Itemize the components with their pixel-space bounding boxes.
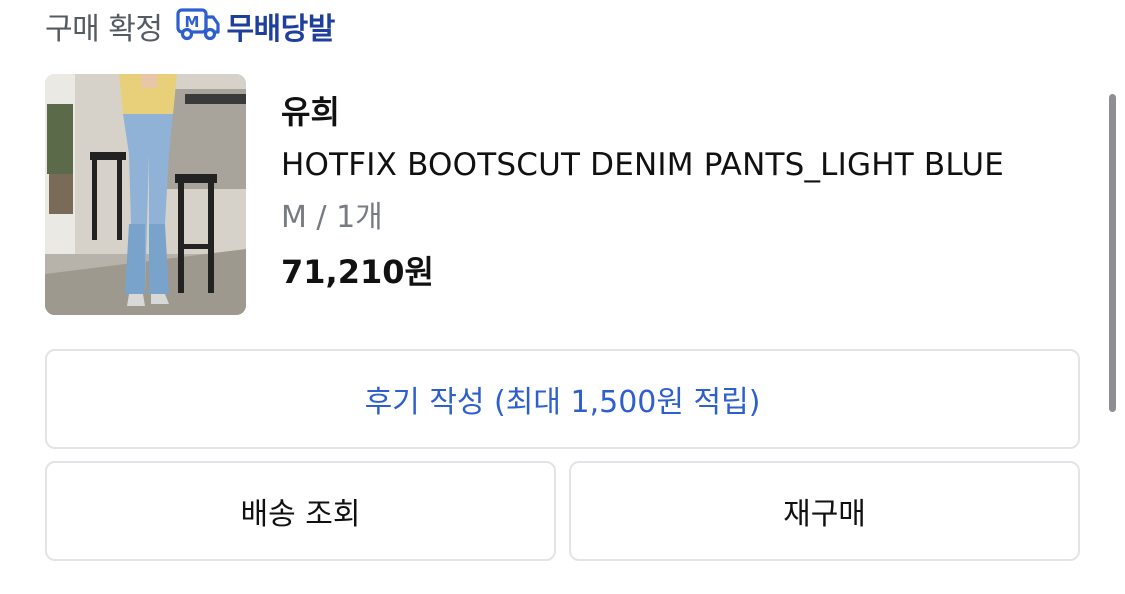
rebuy-button[interactable]: 재구매 [569, 461, 1080, 561]
order-status: 구매 확정 [45, 12, 163, 47]
product-option: M / 1개 [281, 200, 383, 235]
product-info: 유희 HOTFIX BOOTSCUT DENIM PANTS_LIGHT BLU… [281, 90, 1004, 294]
brand-name[interactable]: 유희 [281, 90, 1004, 134]
product-thumbnail[interactable] [45, 74, 246, 315]
delivery-label: 무배당발 [226, 12, 335, 47]
delivery-truck-icon: M [176, 6, 221, 46]
scrollbar-thumb[interactable] [1109, 94, 1116, 412]
product-price: 71,210원 [281, 253, 434, 291]
product-name[interactable]: HOTFIX BOOTSCUT DENIM PANTS_LIGHT BLUE [281, 144, 1004, 186]
product-item[interactable]: 유희 HOTFIX BOOTSCUT DENIM PANTS_LIGHT BLU… [45, 74, 1075, 316]
track-delivery-button[interactable]: 배송 조회 [45, 461, 556, 561]
svg-text:M: M [185, 13, 200, 31]
free-delivery-badge: M 무배당발 [176, 4, 335, 48]
write-review-button[interactable]: 후기 작성 (최대 1,500원 적립) [45, 349, 1080, 449]
order-header: 구매 확정 M 무배당발 [45, 4, 335, 48]
